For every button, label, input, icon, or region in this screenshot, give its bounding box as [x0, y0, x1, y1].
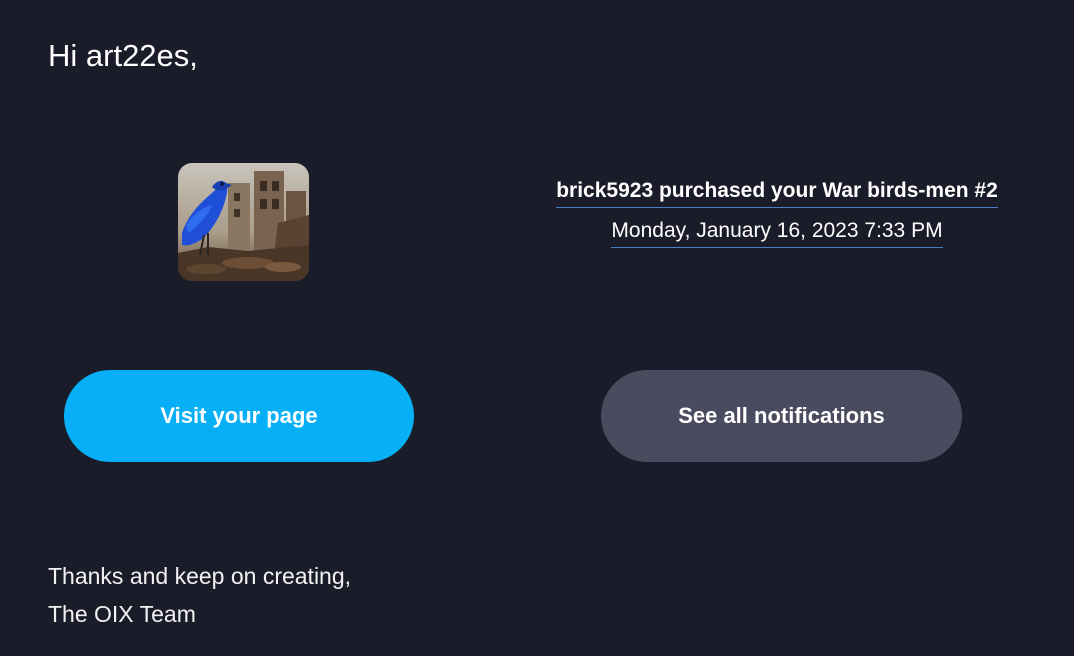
visit-your-page-button[interactable]: Visit your page: [64, 370, 414, 462]
greeting: Hi art22es,: [48, 38, 198, 73]
blue-bird-artwork-icon: [178, 163, 309, 281]
notification: brick5923 purchased your War birds-men #…: [470, 176, 1074, 248]
notification-timestamp-link[interactable]: Monday, January 16, 2023 7:33 PM: [611, 216, 943, 248]
notification-title-link[interactable]: brick5923 purchased your War birds-men #…: [556, 176, 998, 208]
see-all-notifications-button[interactable]: See all notifications: [601, 370, 962, 462]
signoff: Thanks and keep on creating, The OIX Tea…: [48, 557, 351, 633]
signoff-line: Thanks and keep on creating,: [48, 563, 352, 589]
signoff-team: The OIX Team: [48, 601, 196, 627]
artwork-thumbnail[interactable]: [178, 163, 309, 281]
